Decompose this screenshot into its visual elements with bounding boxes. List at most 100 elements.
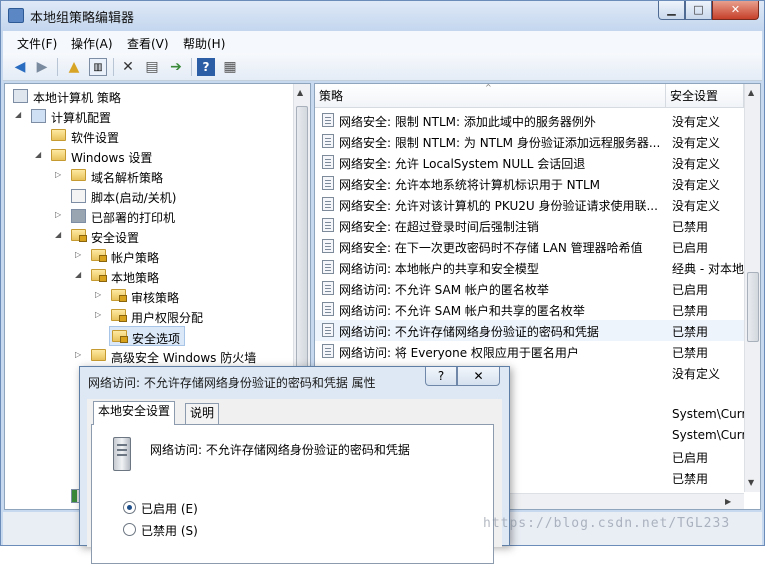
security-folder-icon — [111, 289, 127, 302]
policy-icon — [322, 155, 334, 169]
column-header-label: 安全设置 — [670, 89, 719, 103]
policy-setting: 已启用 — [672, 283, 709, 297]
policy-name: 网络访问: 不允许 SAM 帐户和共享的匿名枚举 — [339, 304, 585, 318]
tab-local-security-setting[interactable]: 本地安全设置 — [93, 401, 176, 425]
tree-item-label: 本地计算机 策略 — [33, 91, 121, 105]
export-list-icon[interactable]: ➔ — [167, 58, 185, 76]
scroll-right-arrow-icon[interactable]: ▶ — [725, 497, 731, 506]
collapsed-arrow-icon[interactable]: ▷ — [55, 170, 65, 179]
menu-file[interactable]: 文件(F) — [17, 35, 57, 52]
dialog-panel: 网络访问: 不允许存储网络身份验证的密码和凭据 已启用 (E) 已禁用 (S) — [91, 424, 494, 564]
tree-item-label: Windows 设置 — [71, 151, 153, 165]
dialog-close-button[interactable]: ✕ — [457, 367, 500, 386]
table-row[interactable]: 网络访问: 将 Everyone 权限应用于匿名用户 已禁用 — [315, 341, 744, 362]
tree-item-label: 审核策略 — [131, 291, 180, 305]
table-row[interactable]: 网络访问: 不允许 SAM 帐户和共享的匿名枚举 已禁用 — [315, 299, 744, 320]
policy-name: 网络安全: 允许对该计算机的 PKU2U 身份验证请求使用联... — [339, 199, 658, 213]
table-row[interactable]: 网络安全: 限制 NTLM: 添加此域中的服务器例外 没有定义 — [315, 110, 744, 131]
expanded-arrow-icon[interactable]: ◢ — [35, 150, 45, 159]
scroll-thumb[interactable] — [747, 272, 759, 342]
dialog-policy-name: 网络访问: 不允许存储网络身份验证的密码和凭据 — [150, 443, 410, 457]
policy-icon — [322, 260, 334, 274]
menu-view[interactable]: 查看(V) — [127, 35, 169, 52]
tree-item-label: 帐户策略 — [111, 251, 160, 265]
policy-name: 网络安全: 允许本地系统将计算机标识用于 NTLM — [339, 178, 601, 192]
table-row[interactable]: 网络安全: 限制 NTLM: 为 NTLM 身份验证添加远程服务器... 没有定义 — [315, 131, 744, 152]
policy-setting: 已禁用 — [672, 220, 709, 234]
app-icon — [8, 8, 24, 23]
collapsed-arrow-icon[interactable]: ▷ — [75, 350, 85, 359]
folder-icon — [51, 149, 66, 161]
expanded-arrow-icon[interactable]: ◢ — [55, 230, 65, 239]
script-icon — [71, 189, 86, 203]
minimize-button[interactable]: ▁ — [658, 1, 685, 20]
computer-icon — [13, 89, 28, 103]
properties-dialog: 网络访问: 不允许存储网络身份验证的密码和凭据 属性 ? ✕ 本地安全设置 说明… — [79, 366, 510, 564]
radio-enabled-label[interactable]: 已启用 (E) — [141, 500, 198, 517]
scroll-down-arrow-icon[interactable]: ▼ — [748, 478, 754, 487]
column-header-policy[interactable]: 策略 ^ — [315, 84, 666, 108]
collapsed-arrow-icon[interactable]: ▷ — [55, 210, 65, 219]
policy-setting: System\Curr — [672, 407, 744, 421]
policy-setting: 已禁用 — [672, 304, 709, 318]
policy-icon — [322, 281, 334, 295]
security-folder-icon — [71, 229, 87, 242]
menu-help[interactable]: 帮助(H) — [183, 35, 225, 52]
policy-name: 网络访问: 将 Everyone 权限应用于匿名用户 — [339, 346, 579, 360]
table-row[interactable]: 网络访问: 不允许存储网络身份验证的密码和凭据 已禁用 — [315, 320, 744, 341]
policy-name: 网络安全: 限制 NTLM: 添加此域中的服务器例外 — [339, 115, 596, 129]
collapsed-arrow-icon[interactable]: ▷ — [95, 290, 105, 299]
help-icon[interactable]: ? — [197, 58, 215, 76]
table-row[interactable]: 网络安全: 允许对该计算机的 PKU2U 身份验证请求使用联... 没有定义 — [315, 194, 744, 215]
show-hide-tree-icon[interactable]: ▥ — [89, 58, 107, 76]
window-title: 本地组策略编辑器 — [30, 11, 135, 26]
scroll-up-arrow-icon[interactable]: ▲ — [748, 88, 754, 97]
dialog-help-button[interactable]: ? — [425, 367, 457, 386]
expanded-arrow-icon[interactable]: ◢ — [75, 270, 85, 279]
policy-setting: 已启用 — [672, 241, 709, 255]
radio-enabled-circle[interactable] — [123, 501, 136, 514]
table-row[interactable]: 网络访问: 本地帐户的共享和安全模型 经典 - 对本地 — [315, 257, 744, 278]
collapsed-arrow-icon[interactable]: ▷ — [95, 310, 105, 319]
tab-explain[interactable]: 说明 — [185, 403, 220, 424]
delete-icon[interactable]: ✕ — [119, 58, 137, 76]
back-icon[interactable]: ◀ — [11, 58, 29, 76]
scroll-up-arrow-icon[interactable]: ▲ — [297, 88, 303, 97]
policy-name: 网络安全: 在超过登录时间后强制注销 — [339, 220, 539, 234]
tree-item-label: 高级安全 Windows 防火墙 — [111, 351, 257, 365]
forward-icon[interactable]: ▶ — [33, 58, 51, 76]
policy-setting: 没有定义 — [672, 199, 721, 213]
close-button[interactable]: ✕ — [712, 1, 759, 20]
policy-icon — [322, 197, 334, 211]
title-bar[interactable]: 本地组策略编辑器 — [1, 1, 764, 31]
policy-name: 网络访问: 不允许存储网络身份验证的密码和凭据 — [339, 325, 599, 339]
column-header-setting[interactable]: 安全设置 — [666, 84, 744, 108]
folder-icon — [51, 129, 66, 141]
up-folder-icon[interactable]: ▲ — [65, 58, 83, 76]
properties-icon[interactable]: ▤ — [143, 58, 161, 76]
radio-disabled-circle[interactable] — [123, 523, 136, 536]
policy-icon — [322, 218, 334, 232]
menu-action[interactable]: 操作(A) — [71, 35, 113, 52]
expanded-arrow-icon[interactable]: ◢ — [15, 110, 25, 119]
tree-item-security-options[interactable]: 安全选项 — [109, 326, 185, 346]
policy-icon — [322, 302, 334, 316]
policy-setting: 没有定义 — [672, 367, 721, 381]
policy-setting: 已禁用 — [672, 325, 709, 339]
policy-setting: 已启用 — [672, 451, 709, 465]
table-row[interactable]: 网络安全: 在超过登录时间后强制注销 已禁用 — [315, 215, 744, 236]
policy-setting: 已禁用 — [672, 472, 709, 486]
tree-item-label: 计算机配置 — [51, 111, 112, 125]
table-row[interactable]: 网络安全: 在下一次更改密码时不存储 LAN 管理器哈希值 已启用 — [315, 236, 744, 257]
list-vertical-scrollbar[interactable]: ▲ ▼ — [744, 84, 760, 492]
collapsed-arrow-icon[interactable]: ▷ — [75, 250, 85, 259]
maximize-button[interactable]: □ — [685, 1, 712, 20]
policy-icon — [322, 113, 334, 127]
table-row[interactable]: 网络访问: 不允许 SAM 帐户的匿名枚举 已启用 — [315, 278, 744, 299]
table-row[interactable]: 网络安全: 允许本地系统将计算机标识用于 NTLM 没有定义 — [315, 173, 744, 194]
tree-item-label: 安全选项 — [132, 332, 181, 346]
filter-view-icon[interactable]: ▦ — [221, 58, 239, 76]
tree-item-label: 本地策略 — [111, 271, 160, 285]
table-row[interactable]: 网络安全: 允许 LocalSystem NULL 会话回退 没有定义 — [315, 152, 744, 173]
radio-disabled-label[interactable]: 已禁用 (S) — [141, 522, 198, 539]
